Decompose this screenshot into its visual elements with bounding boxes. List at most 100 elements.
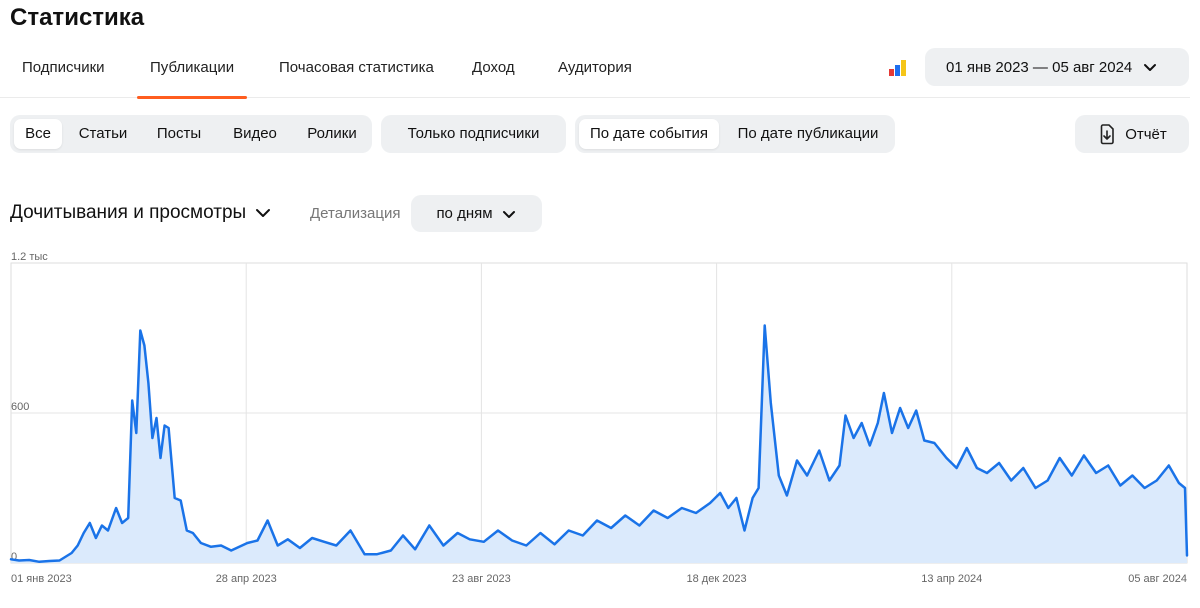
tab-audience[interactable]: Аудитория (558, 46, 632, 98)
date-mode-filter: По дате события По дате публикации (575, 115, 895, 153)
data-point (402, 534, 404, 537)
tab-subscribers[interactable]: Подписчики (22, 46, 105, 98)
views-chart: 0 600 1.2 тыс 01 янв 2023 28 апр 2023 23 авг … (0, 252, 1200, 608)
data-point (567, 529, 570, 532)
data-point (553, 543, 556, 546)
data-point (844, 414, 847, 417)
data-point (709, 502, 711, 504)
data-point (127, 517, 129, 519)
x-tick-label: 13 апр 2024 (921, 573, 982, 585)
data-point (155, 417, 158, 419)
data-point (933, 442, 936, 444)
data-point (1071, 474, 1073, 477)
data-point (186, 529, 188, 532)
data-point (143, 344, 146, 347)
data-point (163, 424, 166, 427)
data-point (107, 529, 109, 532)
metric-label: Дочитывания и просмотры (10, 202, 247, 223)
data-point (966, 447, 968, 449)
data-point (256, 539, 259, 542)
data-point (220, 544, 222, 547)
filter-video[interactable]: Видео (222, 119, 288, 149)
data-point (751, 497, 754, 499)
tab-publications[interactable]: Публикации (136, 46, 248, 99)
x-tick-label: 01 янв 2023 (11, 573, 72, 585)
data-point (375, 553, 378, 556)
data-point (1083, 454, 1085, 457)
export-icon (1100, 124, 1115, 145)
data-point (986, 472, 988, 474)
data-point (860, 422, 863, 424)
chevron-down-icon (502, 210, 515, 218)
data-point (743, 529, 746, 532)
data-point (907, 427, 909, 429)
tab-hourly-stats[interactable]: Почасовая статистика (279, 46, 434, 98)
data-point (652, 509, 655, 512)
date-mode-event[interactable]: По дате события (579, 119, 719, 149)
data-point (159, 457, 162, 459)
data-point (786, 494, 788, 497)
date-range-picker[interactable]: 01 янв 2023 — 05 авг 2024 (925, 48, 1189, 86)
filter-articles[interactable]: Статьи (70, 119, 136, 149)
data-point (877, 422, 879, 424)
data-point (192, 532, 194, 534)
data-point (76, 544, 79, 547)
data-point (757, 487, 760, 489)
filter-shorts[interactable]: Ролики (298, 119, 366, 149)
data-point (101, 524, 103, 527)
y-tick-label: 1.2 тыс (11, 252, 48, 263)
data-point (167, 427, 170, 429)
data-point (428, 524, 431, 527)
data-point (955, 467, 958, 469)
report-label: Отчёт (1125, 125, 1167, 143)
data-point (414, 548, 416, 551)
data-point (1034, 487, 1037, 489)
data-point (18, 559, 20, 562)
data-point (173, 497, 176, 499)
data-point (276, 544, 279, 547)
data-point (210, 546, 212, 548)
subscribers-only-toggle[interactable]: Только подписчики (381, 115, 566, 153)
data-point (1058, 457, 1061, 459)
data-point (719, 492, 721, 494)
date-mode-publication[interactable]: По дате публикации (725, 119, 891, 149)
data-point (95, 537, 97, 539)
data-point (121, 522, 123, 524)
data-point (727, 507, 730, 509)
tab-income[interactable]: Доход (472, 46, 515, 98)
data-point (230, 549, 232, 552)
metric-selector[interactable]: Дочитывания и просмотры (10, 202, 272, 224)
views-chart-svg: 06001.2 тыс01 янв 2023 28 апр 2023 23 авг … (9, 252, 1189, 585)
data-point (610, 527, 612, 529)
data-point (363, 553, 366, 556)
data-point (1155, 479, 1158, 482)
detail-dropdown[interactable]: по дням (411, 195, 542, 232)
data-point (539, 532, 542, 534)
x-tick-label: 18 дек 2023 (687, 573, 747, 585)
report-button[interactable]: Отчёт (1075, 115, 1189, 153)
data-point (287, 538, 289, 541)
data-point (147, 382, 150, 384)
data-point (899, 407, 901, 409)
chevron-down-icon (256, 209, 271, 217)
data-point (818, 449, 820, 452)
data-point (335, 544, 338, 547)
detail-value: по дням (436, 205, 493, 222)
data-point (763, 324, 766, 327)
data-point (1184, 487, 1186, 489)
data-point (10, 558, 12, 561)
data-point (891, 432, 893, 434)
x-tick-label: 28 апр 2023 (216, 573, 277, 585)
data-point (323, 541, 326, 543)
data-point (497, 529, 499, 532)
filter-all[interactable]: Все (14, 119, 62, 149)
date-range-label: 01 янв 2023 — 05 авг 2024 (946, 58, 1133, 76)
data-point (82, 532, 85, 534)
data-point (666, 517, 669, 519)
detail-label: Детализация (310, 205, 401, 222)
filter-posts[interactable]: Посты (146, 119, 212, 149)
data-point (923, 439, 926, 442)
data-point (38, 561, 41, 563)
data-point (299, 547, 301, 549)
data-point (582, 534, 584, 537)
